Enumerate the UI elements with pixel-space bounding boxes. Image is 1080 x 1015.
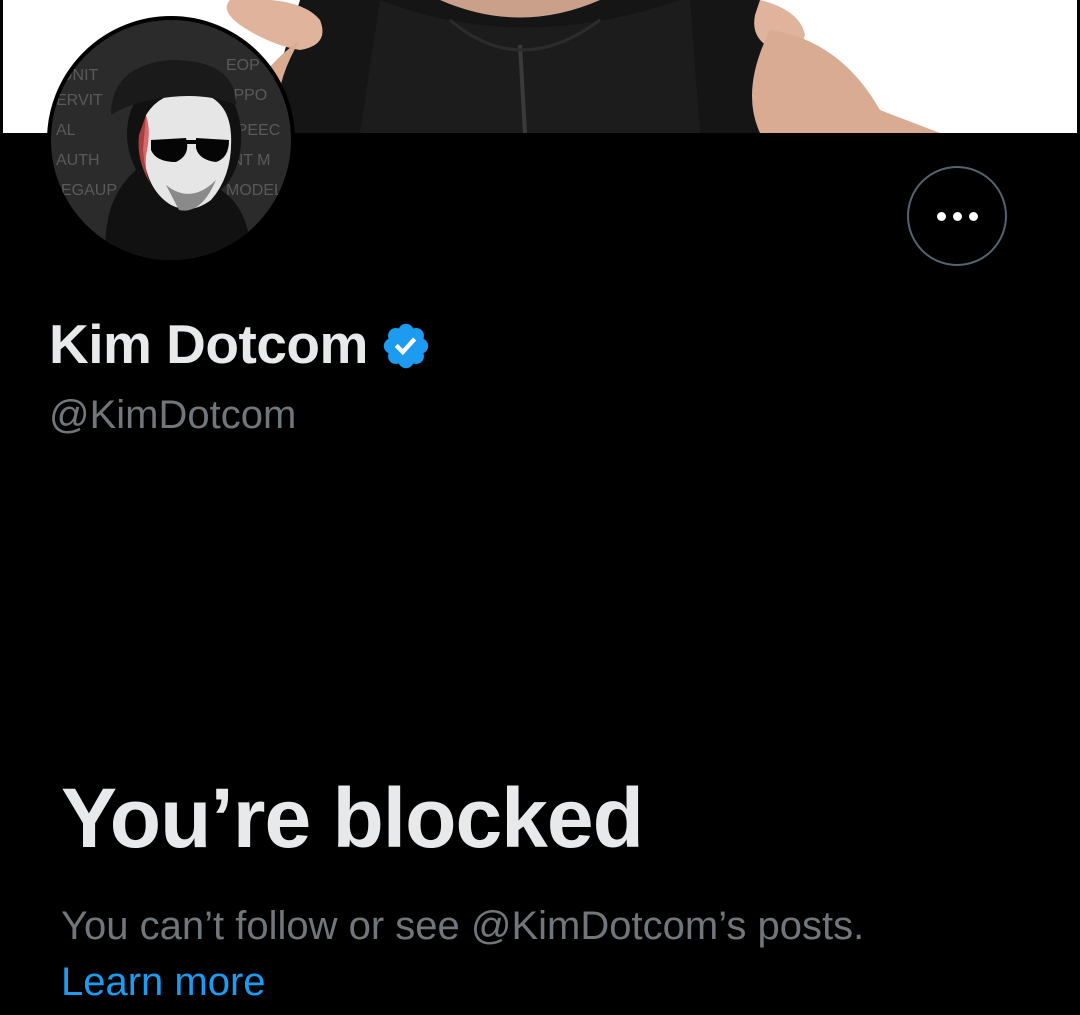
more-options-button[interactable] [907,166,1007,266]
svg-text:ERVIT: ERVIT [56,92,103,109]
blocked-title: You’re blocked [61,771,644,865]
profile-display-name: Kim Dotcom [49,312,368,375]
profile-handle: @KimDotcom [49,393,297,437]
svg-text:AL: AL [56,122,76,139]
profile-avatar[interactable]: UNIT ERVIT AL AUTH EGAUP EOP OPPO SPEEC … [47,16,295,264]
profile-name-row: Kim Dotcom [49,316,432,372]
svg-text:EOP: EOP [226,57,260,74]
svg-text:MODEL: MODEL [226,182,283,199]
avatar-image: UNIT ERVIT AL AUTH EGAUP EOP OPPO SPEEC … [51,20,291,260]
svg-text:AUTH: AUTH [56,152,100,169]
blocked-message: You can’t follow or see @KimDotcom’s pos… [61,904,865,948]
svg-text:EGAUP: EGAUP [61,182,117,199]
learn-more-link[interactable]: Learn more [61,956,266,1008]
more-horizontal-icon [936,211,978,221]
verified-badge-icon[interactable] [380,320,432,372]
